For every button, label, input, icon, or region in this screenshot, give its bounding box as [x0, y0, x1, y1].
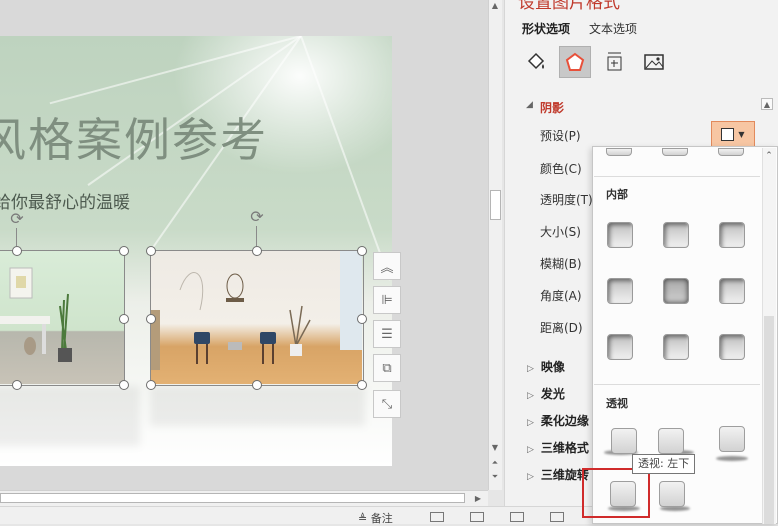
resize-handle[interactable]: [119, 246, 129, 256]
picture-shadow: [150, 386, 365, 426]
chevron-right-icon: ▷: [527, 445, 534, 455]
preset-perspective-diagonal-upper-right[interactable]: [658, 428, 684, 454]
preset-inner-top-right[interactable]: [719, 222, 745, 248]
preset-inner-top-left[interactable]: [607, 222, 633, 248]
slide-canvas: 风格案例参考 给你最舒心的温暖 ⟳ ⟳ ︽ ⊫ ☰ ⧉ ⤡: [0, 0, 488, 490]
tile-shadow: [716, 456, 748, 461]
rotate-handle-icon[interactable]: ⟳: [248, 208, 266, 226]
arrange-icon[interactable]: ⧉: [373, 354, 401, 382]
resize-handle[interactable]: [252, 246, 262, 256]
gallery-scroll-thumb[interactable]: [764, 316, 774, 524]
resize-handle[interactable]: [252, 380, 262, 390]
shadow-angle-label: 角度(A): [540, 289, 582, 303]
selection-frame: [0, 250, 125, 386]
picture-shadow: [0, 386, 140, 446]
gallery-scroll-up-icon[interactable]: ⌃: [762, 150, 776, 162]
resize-handle[interactable]: [357, 380, 367, 390]
slide-sorter-icon[interactable]: [470, 512, 484, 522]
preset-inner-bottom-right[interactable]: [719, 334, 745, 360]
chevron-right-icon: ▷: [527, 418, 534, 428]
shadow-section-header[interactable]: 阴影: [540, 99, 564, 116]
scroll-up-icon[interactable]: ▲: [489, 0, 501, 12]
preset-tile[interactable]: [606, 148, 632, 156]
resize-handle[interactable]: [119, 380, 129, 390]
preset-tile[interactable]: [662, 148, 688, 156]
preset-tooltip: 透视: 左下: [632, 454, 696, 474]
chevron-down-icon: ▼: [738, 129, 745, 139]
previous-slide-icon[interactable]: ⏶: [489, 457, 501, 469]
fill-line-icon[interactable]: [520, 46, 552, 78]
size-properties-icon[interactable]: [598, 46, 630, 78]
rotate-handle-icon[interactable]: ⟳: [8, 210, 26, 228]
gallery-divider: [594, 384, 760, 385]
gallery-divider: [594, 176, 760, 177]
section-3d-format[interactable]: ▷ 三维格式: [527, 439, 589, 456]
preset-inner-right[interactable]: [719, 278, 745, 304]
resize-handle[interactable]: [146, 246, 156, 256]
canvas-vertical-scrollbar[interactable]: [488, 0, 502, 490]
perspective-shadow-header: 透视: [606, 397, 628, 410]
shadow-color-label: 颜色(C): [540, 162, 582, 176]
collapse-toolbar-icon[interactable]: ︽: [373, 252, 401, 280]
tab-text-options[interactable]: 文本选项: [589, 20, 637, 37]
shadow-distance-label: 距离(D): [540, 321, 583, 335]
hover-highlight-frame: [582, 468, 650, 518]
inner-shadow-header: 内部: [606, 188, 628, 201]
effects-icon[interactable]: [559, 46, 591, 78]
resize-handle[interactable]: [12, 246, 22, 256]
chevron-right-icon: ▷: [527, 472, 534, 482]
slideshow-icon[interactable]: [550, 512, 564, 522]
rotate-connector: [16, 228, 17, 246]
scroll-down-icon[interactable]: ▼: [489, 442, 501, 454]
slide-title[interactable]: 风格案例参考: [0, 104, 268, 170]
preset-tile[interactable]: [718, 148, 744, 156]
section-glow[interactable]: ▷ 发光: [527, 385, 565, 402]
section-expand-icon[interactable]: ◢: [526, 100, 533, 110]
light-ray: [300, 36, 391, 281]
shadow-preset-label: 预设(P): [540, 129, 581, 143]
preset-perspective-below[interactable]: [719, 426, 745, 452]
section-soft-edges[interactable]: ▷ 柔化边缘: [527, 412, 589, 429]
resize-handle[interactable]: [119, 314, 129, 324]
reading-view-icon[interactable]: [510, 512, 524, 522]
preset-inner-top[interactable]: [663, 222, 689, 248]
next-slide-icon[interactable]: ⏷: [489, 471, 501, 483]
layout-options-icon[interactable]: ☰: [373, 320, 401, 348]
section-3d-rotation[interactable]: ▷ 三维旋转: [527, 466, 589, 483]
rotate-connector: [256, 226, 257, 246]
resize-handle[interactable]: [357, 314, 367, 324]
scroll-right-icon[interactable]: ▶: [472, 493, 484, 505]
preset-preview-icon: [721, 127, 735, 141]
preset-inner-left[interactable]: [607, 278, 633, 304]
shadow-transparency-label: 透明度(T): [540, 193, 593, 207]
picture-icon[interactable]: [638, 46, 670, 78]
normal-view-icon[interactable]: [430, 512, 444, 522]
resize-handle[interactable]: [12, 380, 22, 390]
crop-size-icon[interactable]: ⤡: [373, 390, 401, 418]
resize-handle[interactable]: [146, 314, 156, 324]
pane-scroll-up-icon[interactable]: ▲: [761, 98, 773, 110]
preset-perspective-lower-right[interactable]: [659, 481, 685, 507]
resize-handle[interactable]: [357, 246, 367, 256]
preset-inner-center[interactable]: [663, 278, 689, 304]
section-reflection[interactable]: ▷ 映像: [527, 358, 565, 375]
preset-inner-bottom-left[interactable]: [607, 334, 633, 360]
selection-frame: [150, 250, 364, 386]
pane-title: 设置图片格式: [518, 0, 620, 13]
tab-shape-options[interactable]: 形状选项: [522, 20, 570, 37]
light-ray: [49, 36, 302, 105]
chevron-right-icon: ▷: [527, 391, 534, 401]
slide[interactable]: 风格案例参考 给你最舒心的温暖: [0, 36, 392, 466]
resize-handle[interactable]: [146, 380, 156, 390]
shadow-size-label: 大小(S): [540, 225, 581, 239]
preset-inner-bottom[interactable]: [663, 334, 689, 360]
canvas-vertical-scroll-thumb[interactable]: [490, 190, 501, 220]
preset-perspective-diagonal-upper-left[interactable]: [611, 428, 637, 454]
canvas-horizontal-scroll-thumb[interactable]: [0, 493, 465, 503]
chevron-right-icon: ▷: [527, 364, 534, 374]
shadow-preset-dropdown[interactable]: ▼: [711, 121, 755, 147]
shadow-blur-label: 模糊(B): [540, 257, 582, 271]
align-icon[interactable]: ⊫: [373, 286, 401, 314]
